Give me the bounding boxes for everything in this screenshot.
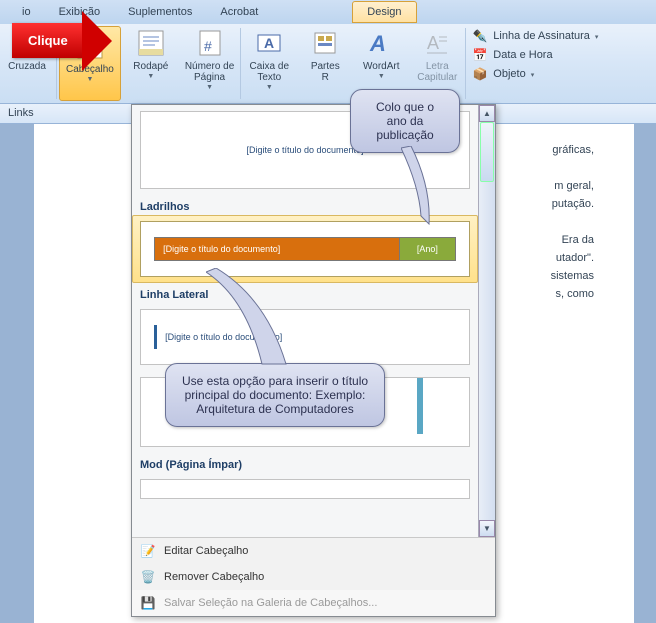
date-icon: 📅	[472, 47, 488, 63]
tab-partial[interactable]: io	[8, 2, 45, 22]
caixa-texto-label: Caixa de Texto	[250, 61, 289, 83]
gallery-menu: 📝 Editar Cabeçalho 🗑️ Remover Cabeçalho …	[132, 537, 495, 616]
data-hora-label: Data e Hora	[493, 49, 552, 61]
footer-icon	[135, 27, 167, 59]
data-hora-button[interactable]: 📅 Data e Hora	[472, 47, 598, 63]
gallery-section-title: Mod (Página Ímpar)	[132, 453, 478, 473]
callout-year: Colo que o ano da publicação	[350, 89, 460, 153]
gallery-preview: [Digite o título do documento] [Ano]	[140, 221, 470, 277]
gallery-section-title: Linha Lateral	[132, 283, 478, 303]
wordart-icon: A	[365, 27, 397, 59]
preview-placeholder: [Digite o título do documento]	[246, 145, 363, 155]
chevron-down-icon: ▾	[595, 33, 599, 41]
annotation-arrow: Clique	[12, 23, 82, 58]
linha-assinatura-label: Linha de Assinatura	[493, 30, 590, 42]
tab-acrobat[interactable]: Acrobat	[206, 2, 272, 22]
drop-cap-icon: A	[421, 27, 453, 59]
svg-text:A: A	[264, 35, 274, 51]
chevron-down-icon: ▼	[266, 84, 273, 91]
object-icon: 📦	[472, 66, 488, 82]
ladrilhos-year-field: [Ano]	[400, 237, 456, 261]
svg-text:A: A	[427, 33, 439, 53]
header-gallery-dropdown: [Digite o título do documento] Ladrilhos…	[131, 104, 496, 617]
caixa-texto-button[interactable]: A Caixa de Texto ▼	[241, 24, 297, 103]
remove-icon: 🗑️	[140, 569, 156, 585]
linha-assinatura-button[interactable]: ✒️ Linha de Assinatura ▾	[472, 28, 598, 44]
numero-pagina-label: Número de Página	[185, 61, 234, 83]
callout-title: Use esta opção para inserir o título pri…	[165, 363, 385, 427]
chevron-down-icon: ▼	[206, 84, 213, 91]
menu-label: Remover Cabeçalho	[164, 571, 264, 583]
rodape-button[interactable]: Rodapé ▼	[123, 24, 179, 103]
gallery-preview	[140, 479, 470, 499]
partes-button[interactable]: Partes R	[297, 24, 353, 103]
remove-header-menuitem[interactable]: 🗑️ Remover Cabeçalho	[132, 564, 495, 590]
gallery-preview: [Digite o título do documento]	[140, 309, 470, 365]
chevron-down-icon: ▼	[86, 76, 93, 83]
chevron-down-icon: ▼	[378, 73, 385, 80]
menu-label: Editar Cabeçalho	[164, 545, 248, 557]
svg-text:A: A	[369, 31, 386, 56]
chevron-down-icon: ▼	[147, 73, 154, 80]
save-icon: 💾	[140, 595, 156, 611]
menu-label: Salvar Seleção na Galeria de Cabeçalhos.…	[164, 597, 377, 609]
edit-icon: 📝	[140, 543, 156, 559]
page-number-icon: #	[194, 27, 226, 59]
scroll-thumb[interactable]	[480, 122, 494, 182]
arrow-head-icon	[82, 11, 112, 71]
save-to-gallery-menuitem: 💾 Salvar Seleção na Galeria de Cabeçalho…	[132, 590, 495, 616]
chevron-down-icon: ▾	[531, 71, 535, 79]
letra-label: Letra Capitular	[417, 61, 457, 83]
text-group-stack: ✒️ Linha de Assinatura ▾ 📅 Data e Hora 📦…	[466, 24, 604, 103]
gallery-item-mod[interactable]	[132, 473, 478, 505]
arrow-label: Clique	[28, 33, 68, 48]
callout-text: Colo que o ano da publicação	[376, 100, 434, 142]
tab-suplementos[interactable]: Suplementos	[114, 2, 206, 22]
quick-parts-icon	[309, 27, 341, 59]
cruzada-label: Cruzada	[8, 61, 46, 72]
callout-tail-icon	[401, 146, 441, 226]
callout-text: Use esta opção para inserir o título pri…	[182, 374, 368, 416]
svg-text:#: #	[204, 38, 212, 54]
objeto-button[interactable]: 📦 Objeto ▾	[472, 66, 598, 82]
rodape-label: Rodapé	[133, 61, 168, 72]
text-box-icon: A	[253, 27, 285, 59]
wordart-label: WordArt	[363, 61, 400, 72]
scroll-down-button[interactable]: ▼	[479, 520, 495, 537]
partes-label: Partes R	[311, 61, 340, 83]
gallery-item-linha-lateral[interactable]: [Digite o título do documento]	[132, 303, 478, 371]
scroll-up-button[interactable]: ▲	[479, 105, 495, 122]
signature-icon: ✒️	[472, 28, 488, 44]
ladrilhos-title-field: [Digite o título do documento]	[154, 237, 400, 261]
edit-header-menuitem[interactable]: 📝 Editar Cabeçalho	[132, 538, 495, 564]
gallery-scrollbar[interactable]: ▲ ▼	[478, 105, 495, 537]
tab-design[interactable]: Design	[352, 1, 416, 23]
numero-pagina-button[interactable]: # Número de Página ▼	[179, 24, 240, 103]
objeto-label: Objeto	[493, 68, 525, 80]
callout-tail-icon	[206, 268, 296, 368]
